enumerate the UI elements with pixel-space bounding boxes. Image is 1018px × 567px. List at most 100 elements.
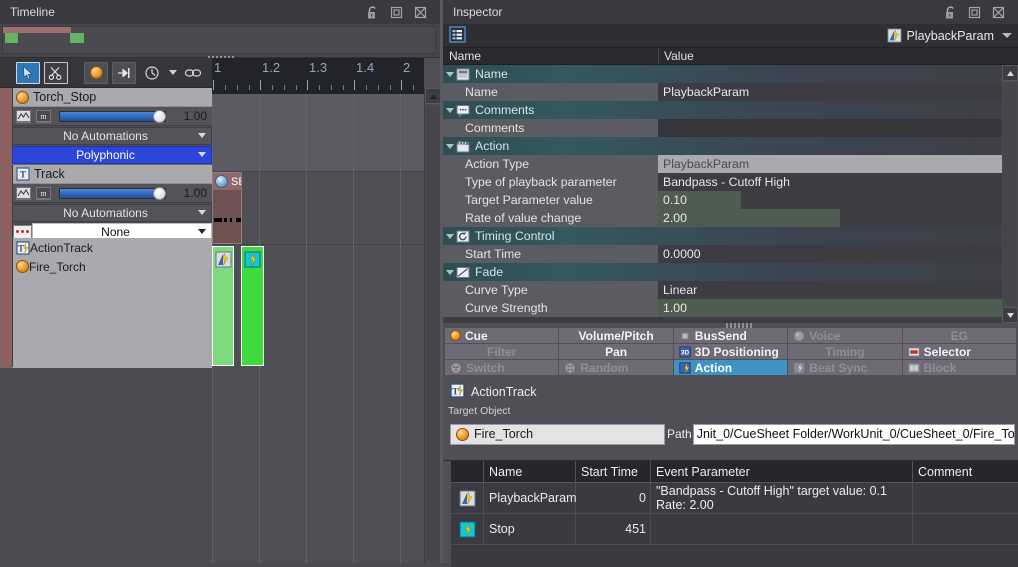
target-object-field[interactable]: Fire_Torch [450,423,665,445]
lock-icon[interactable] [365,5,380,20]
tab-block[interactable]: Block [902,360,1016,375]
cue-sphere-button[interactable] [84,61,108,84]
automation-curve-icon[interactable] [15,108,32,124]
action-clip[interactable] [241,246,264,366]
track-name-row[interactable]: T Track [12,165,212,184]
table-row[interactable]: PlaybackParam 0 "Bandpass - Cutoff High"… [451,483,1018,514]
property-value-cell[interactable]: 2.00 [658,209,1002,227]
chevron-down-icon[interactable] [1002,33,1012,38]
target-object-path-field[interactable]: Jnit_0/CueSheet Folder/WorkUnit_0/CueShe… [692,423,1015,445]
scroll-up-button[interactable] [1002,65,1018,81]
list-view-icon[interactable] [449,25,466,46]
property-group-timing-control[interactable]: Timing Control [443,227,1002,245]
property-value-cell[interactable]: 1.00 [658,299,1002,317]
tab-eg[interactable]: EG [902,328,1016,343]
event-table-empty-area[interactable] [451,545,1018,567]
track-header-track[interactable]: T Track m 1.00 No Automations None [0,165,212,241]
track-volume-row[interactable]: m 1.00 [12,184,212,203]
tab-filter[interactable]: Filter [445,344,559,359]
lock-icon[interactable] [943,5,958,20]
property-value[interactable]: PlaybackParam [658,83,1002,101]
property-value[interactable]: Linear [658,281,1002,299]
property-group-fade[interactable]: Fade [443,263,1002,281]
property-row-curve-type[interactable]: Curve Type Linear [443,281,1002,299]
tab-bussend[interactable]: BusSend [673,328,788,343]
property-group-comments[interactable]: Comments [443,101,1002,119]
property-row-curve-strength[interactable]: Curve Strength 1.00 [443,299,1002,317]
property-row-target-parameter-value[interactable]: Target Parameter value 0.10 [443,191,1002,209]
property-row-name[interactable]: Name PlaybackParam [443,83,1002,101]
timeline-lane[interactable] [212,94,424,172]
property-row-start-time[interactable]: Start Time 0.0000 [443,245,1002,263]
volume-slider[interactable] [59,109,166,123]
inspector-scrollbar[interactable] [1002,65,1018,323]
property-value[interactable]: 0.0000 [658,245,1002,263]
tab-3d-positioning[interactable]: 3D 3D Positioning [673,344,788,359]
automation-select[interactable]: No Automations [12,203,212,222]
property-value[interactable] [658,119,1002,137]
disclosure-triangle-icon[interactable] [445,269,454,275]
disclosure-triangle-icon[interactable] [445,71,454,77]
automation-curve-icon[interactable] [15,185,32,201]
clock-button[interactable] [140,62,164,84]
close-icon[interactable] [413,5,428,20]
scrollbar-track[interactable] [1003,83,1017,305]
tab-pan[interactable]: Pan [559,344,673,359]
float-window-icon[interactable] [389,5,404,20]
automation-select[interactable]: No Automations [12,126,212,145]
mute-icon[interactable]: m [35,108,52,124]
select-tool-button[interactable] [16,61,40,84]
property-value-cell[interactable]: 0.10 [658,191,1002,209]
object-selector[interactable]: PlaybackParam [887,28,994,43]
timeline-overview[interactable] [0,24,440,61]
tab-timing[interactable]: Timing [788,344,902,359]
track-header-action[interactable]: T ActionTrack Fire_Torch [0,238,212,368]
tab-selector[interactable]: Selector [902,344,1016,359]
scrollbar-track[interactable] [426,106,440,561]
cut-tool-button[interactable] [44,61,68,84]
property-row-comments[interactable]: Comments [443,119,1002,137]
chevron-down-icon[interactable] [169,70,177,75]
scroll-up-button[interactable] [425,88,441,104]
track-header-torch-stop[interactable]: Torch_Stop m 1.00 No Automations Polypho… [0,88,212,165]
property-row-action-type[interactable]: Action Type PlaybackParam [443,155,1002,173]
tab-beat-sync[interactable]: Beat Sync [788,360,902,375]
polyphony-select[interactable]: Polyphonic [12,145,212,164]
timeline-scrollbar[interactable] [424,88,441,563]
float-window-icon[interactable] [967,5,982,20]
link-button[interactable] [181,62,205,84]
tab-cue[interactable]: Cue [445,328,559,343]
property-list[interactable]: Name Name PlaybackParam Comments Comment… [443,65,1002,323]
action-track-row[interactable]: T ActionTrack [12,238,212,257]
tabgrid-resize-grip[interactable] [726,323,752,328]
property-row-rate-of-value-change[interactable]: Rate of value change 2.00 [443,209,1002,227]
property-value[interactable]: Bandpass - Cutoff High [658,173,1002,191]
wave-clip[interactable]: SE [212,172,242,244]
property-group-name[interactable]: Name [443,65,1002,83]
disclosure-triangle-icon[interactable] [445,143,454,149]
close-icon[interactable] [991,5,1006,20]
tab-random[interactable]: Random [559,360,673,375]
table-row[interactable]: Stop 451 [451,514,1018,545]
slider-knob[interactable] [153,186,166,200]
slider-knob[interactable] [153,109,166,123]
cue-row[interactable]: Fire_Torch [12,257,212,276]
timeline-lane[interactable] [212,172,424,245]
disclosure-triangle-icon[interactable] [445,107,454,113]
tab-switch[interactable]: Switch [445,360,559,375]
mute-icon[interactable]: m [35,185,52,201]
snap-to-button[interactable] [112,61,136,84]
timeline-canvas[interactable]: SE [212,94,424,563]
disclosure-triangle-icon[interactable] [445,233,454,239]
tab-voice[interactable]: Voice [788,328,902,343]
track-volume-row[interactable]: m 1.00 [12,107,212,126]
scroll-down-button[interactable] [1002,307,1018,323]
property-row-playback-parameter-type[interactable]: Type of playback parameter Bandpass - Cu… [443,173,1002,191]
action-clip[interactable] [212,246,234,366]
tab-volume-pitch[interactable]: Volume/Pitch [559,328,673,343]
property-group-action[interactable]: Action [443,137,1002,155]
track-name-row[interactable]: Torch_Stop [12,88,212,107]
tab-action[interactable]: Action [673,360,788,375]
volume-slider[interactable] [59,186,166,200]
timeline-ruler[interactable]: 1 1.2 1.3 1.4 2 [212,58,424,94]
